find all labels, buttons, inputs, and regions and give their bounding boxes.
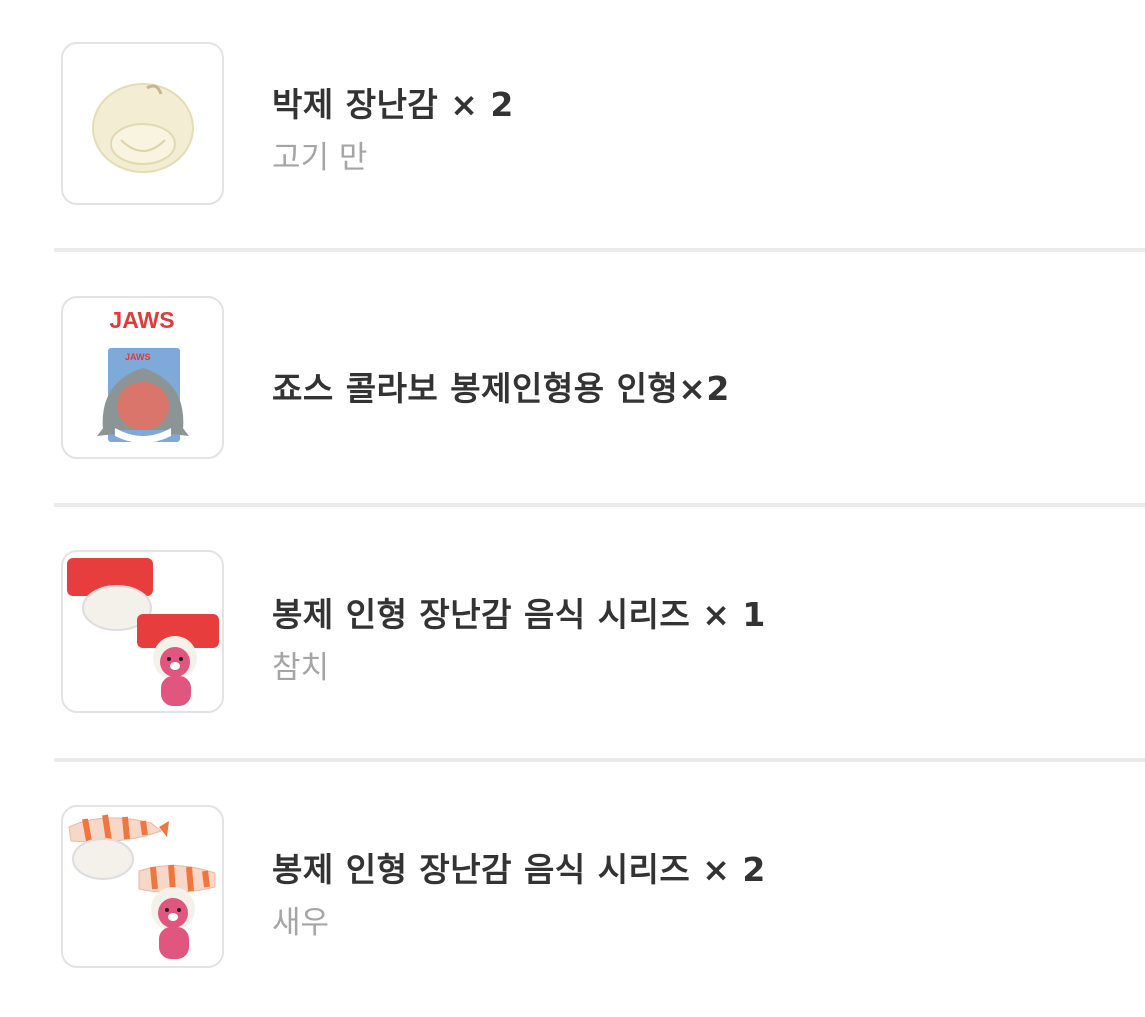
tuna-sushi-plush-icon xyxy=(67,558,219,706)
product-thumbnail[interactable] xyxy=(61,550,224,713)
list-item[interactable]: 봉제 인형 장난감 음식 시리즈 × 2 새우 xyxy=(0,763,1145,1017)
product-option: 고기 만 xyxy=(272,140,368,176)
divider xyxy=(54,758,1145,762)
shrimp-sushi-plush-icon xyxy=(68,814,216,959)
product-thumbnail[interactable] xyxy=(61,42,224,205)
product-title: 죠스 콜라보 봉제인형용 인형×2 xyxy=(272,369,730,408)
pack-logo: JAWS xyxy=(125,352,151,362)
product-option: 참치 xyxy=(272,650,330,686)
list-item[interactable]: JAWS JAWS 죠스 콜라보 봉제인형용 인형×2 xyxy=(0,254,1145,508)
product-title: 봉제 인형 장난감 음식 시리즈 × 2 xyxy=(272,850,766,889)
brand-logo: JAWS xyxy=(109,307,174,333)
product-title: 박제 장난감 × 2 xyxy=(272,85,514,124)
product-option: 새우 xyxy=(272,905,330,941)
product-thumbnail[interactable]: JAWS JAWS xyxy=(61,296,224,459)
list-item[interactable]: 봉제 인형 장난감 음식 시리즈 × 1 참치 xyxy=(0,508,1145,762)
product-title: 봉제 인형 장난감 음식 시리즈 × 1 xyxy=(272,595,766,634)
list-item[interactable]: 박제 장난감 × 2 고기 만 xyxy=(0,0,1145,254)
divider xyxy=(54,503,1145,507)
shark-costume-icon: JAWS JAWS xyxy=(97,307,189,443)
product-thumbnail[interactable] xyxy=(61,805,224,968)
divider xyxy=(54,248,1145,252)
dumpling-plush-icon xyxy=(92,83,194,173)
